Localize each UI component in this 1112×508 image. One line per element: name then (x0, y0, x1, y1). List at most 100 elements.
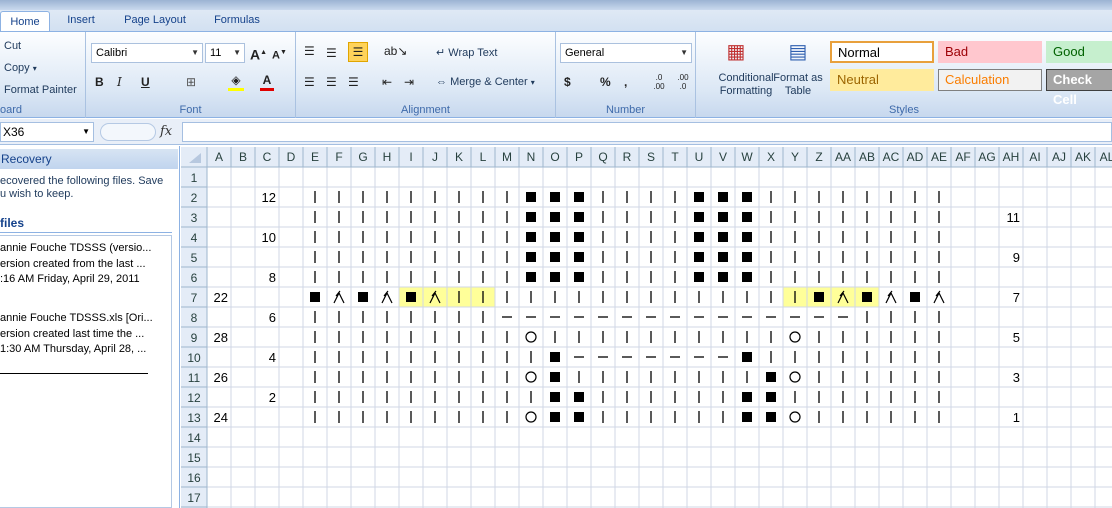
column-header-c[interactable]: C (263, 150, 272, 164)
increase-decimal-button[interactable]: .0 .00 (650, 73, 668, 91)
column-header-q[interactable]: Q (598, 150, 607, 164)
column-header-j[interactable]: J (432, 150, 438, 164)
underline-button[interactable]: U (141, 73, 150, 91)
row-header-13[interactable]: 13 (187, 411, 201, 425)
font-color-icon[interactable]: A (260, 73, 274, 91)
column-header-l[interactable]: L (480, 150, 487, 164)
row-header-4[interactable]: 4 (191, 231, 198, 245)
format-as-table-button[interactable]: Format as Table (772, 72, 824, 98)
grow-font-icon[interactable]: A▲ (250, 44, 267, 64)
worksheet[interactable]: A B C D E F G H I J K L M N O P Q R S T U V W X Y Z AA AB AC AD AE AF AG… (181, 147, 1112, 508)
column-header-ak[interactable]: AK (1075, 150, 1091, 164)
align-right-icon[interactable]: ☰ (348, 73, 359, 91)
column-header-aj[interactable]: AJ (1052, 150, 1066, 164)
italic-button[interactable]: I (117, 73, 122, 91)
column-header-n[interactable]: N (527, 150, 536, 164)
borders-icon[interactable]: ⊞ (186, 73, 196, 91)
column-header-al[interactable]: AL (1100, 150, 1112, 164)
row-header-11[interactable]: 11 (188, 371, 201, 385)
column-header-z[interactable]: Z (815, 150, 822, 164)
column-header-ab[interactable]: AB (859, 150, 875, 164)
cell-style-bad[interactable]: Bad (938, 41, 1042, 63)
column-header-f[interactable]: F (335, 150, 342, 164)
format-painter-button[interactable]: Format Painter (4, 84, 77, 96)
column-header-x[interactable]: X (767, 150, 775, 164)
column-header-g[interactable]: G (358, 150, 367, 164)
row-header-8[interactable]: 8 (191, 311, 198, 325)
column-header-a[interactable]: A (215, 150, 223, 164)
column-header-t[interactable]: T (671, 150, 679, 164)
cell-style-good[interactable]: Good (1046, 41, 1112, 63)
worksheet-grid[interactable]: A B C D E F G H I J K L M N O P Q R S T U V W X Y Z AA AB AC AD AE AF AG… (181, 147, 1112, 508)
column-header-i[interactable]: I (409, 150, 412, 164)
tab-page-layout[interactable]: Page Layout (115, 10, 195, 32)
tab-insert[interactable]: Insert (56, 10, 106, 32)
row-header-1[interactable]: 1 (191, 171, 198, 185)
align-bottom-icon[interactable]: ☰ (348, 42, 368, 62)
row-header-7[interactable]: 7 (191, 291, 198, 305)
formula-input[interactable] (182, 122, 1112, 142)
column-header-m[interactable]: M (502, 150, 512, 164)
column-header-aa[interactable]: AA (835, 150, 851, 164)
column-header-e[interactable]: E (311, 150, 319, 164)
recovery-file-item[interactable]: annie Fouche TDSSS.xls [Ori... ersion cr… (0, 306, 170, 370)
column-header-ac[interactable]: AC (883, 150, 900, 164)
row-header-14[interactable]: 14 (187, 431, 201, 445)
font-name-select[interactable]: Calibri ▼ (91, 43, 203, 63)
name-box[interactable]: X36 ▼ (0, 122, 94, 142)
column-header-ae[interactable]: AE (931, 150, 947, 164)
column-header-ah[interactable]: AH (1003, 150, 1020, 164)
column-header-ai[interactable]: AI (1029, 150, 1040, 164)
orientation-icon[interactable]: ab↘ (384, 42, 407, 60)
column-header-d[interactable]: D (287, 150, 296, 164)
align-top-icon[interactable]: ☰ (304, 42, 315, 60)
row-header-12[interactable]: 12 (187, 391, 201, 405)
cell-style-check-cell[interactable]: Check Cell (1046, 69, 1112, 107)
tab-formulas[interactable]: Formulas (203, 10, 271, 32)
currency-button[interactable]: $ (564, 73, 571, 91)
column-header-v[interactable]: V (719, 150, 727, 164)
cell-style-neutral[interactable]: Neutral (830, 69, 934, 91)
shrink-font-icon[interactable]: A▼ (272, 44, 287, 65)
row-header-6[interactable]: 6 (191, 271, 198, 285)
row-header-17[interactable]: 17 (187, 491, 201, 505)
align-left-icon[interactable]: ☰ (304, 73, 315, 91)
decrease-indent-icon[interactable]: ⇤ (382, 73, 392, 91)
column-header-o[interactable]: O (550, 150, 559, 164)
align-middle-icon[interactable]: ☰ (326, 44, 337, 62)
row-header-10[interactable]: 10 (187, 351, 201, 365)
row-header-2[interactable]: 2 (191, 191, 198, 205)
merge-center-button[interactable]: ⇔ Merge & Center ▾ (436, 76, 535, 88)
cut-button[interactable]: Cut (4, 40, 21, 52)
row-header-5[interactable]: 5 (191, 251, 198, 265)
row-header-9[interactable]: 9 (191, 331, 198, 345)
column-header-w[interactable]: W (741, 150, 753, 164)
column-header-af[interactable]: AF (955, 150, 970, 164)
column-header-p[interactable]: P (575, 150, 583, 164)
row-header-3[interactable]: 3 (191, 211, 198, 225)
decrease-decimal-button[interactable]: .00 .0 (674, 73, 692, 91)
row-header-16[interactable]: 16 (187, 471, 201, 485)
fill-color-icon[interactable]: ◈ (228, 73, 244, 91)
column-header-h[interactable]: H (383, 150, 392, 164)
recovery-file-item[interactable]: annie Fouche TDSSS (versio... ersion cre… (0, 236, 170, 300)
column-header-b[interactable]: B (239, 150, 247, 164)
column-header-k[interactable]: K (455, 150, 463, 164)
increase-indent-icon[interactable]: ⇥ (404, 73, 414, 91)
tab-home[interactable]: Home (0, 11, 50, 33)
column-header-u[interactable]: U (695, 150, 704, 164)
column-header-ad[interactable]: AD (907, 150, 924, 164)
column-header-y[interactable]: Y (791, 150, 799, 164)
percent-button[interactable]: % (600, 73, 611, 91)
align-center-icon[interactable]: ☰ (326, 73, 337, 91)
wrap-text-button[interactable]: ↵ Wrap Text (436, 46, 497, 59)
copy-button[interactable]: Copy ▾ (4, 62, 37, 74)
number-format-select[interactable]: General ▼ (560, 43, 692, 63)
column-header-r[interactable]: R (623, 150, 632, 164)
cell-style-calculation[interactable]: Calculation (938, 69, 1042, 91)
column-header-ag[interactable]: AG (978, 150, 995, 164)
column-header-s[interactable]: S (647, 150, 655, 164)
cell-style-normal[interactable]: Normal (830, 41, 934, 63)
bold-button[interactable]: B (95, 73, 104, 91)
font-size-select[interactable]: 11 ▼ (205, 43, 245, 63)
